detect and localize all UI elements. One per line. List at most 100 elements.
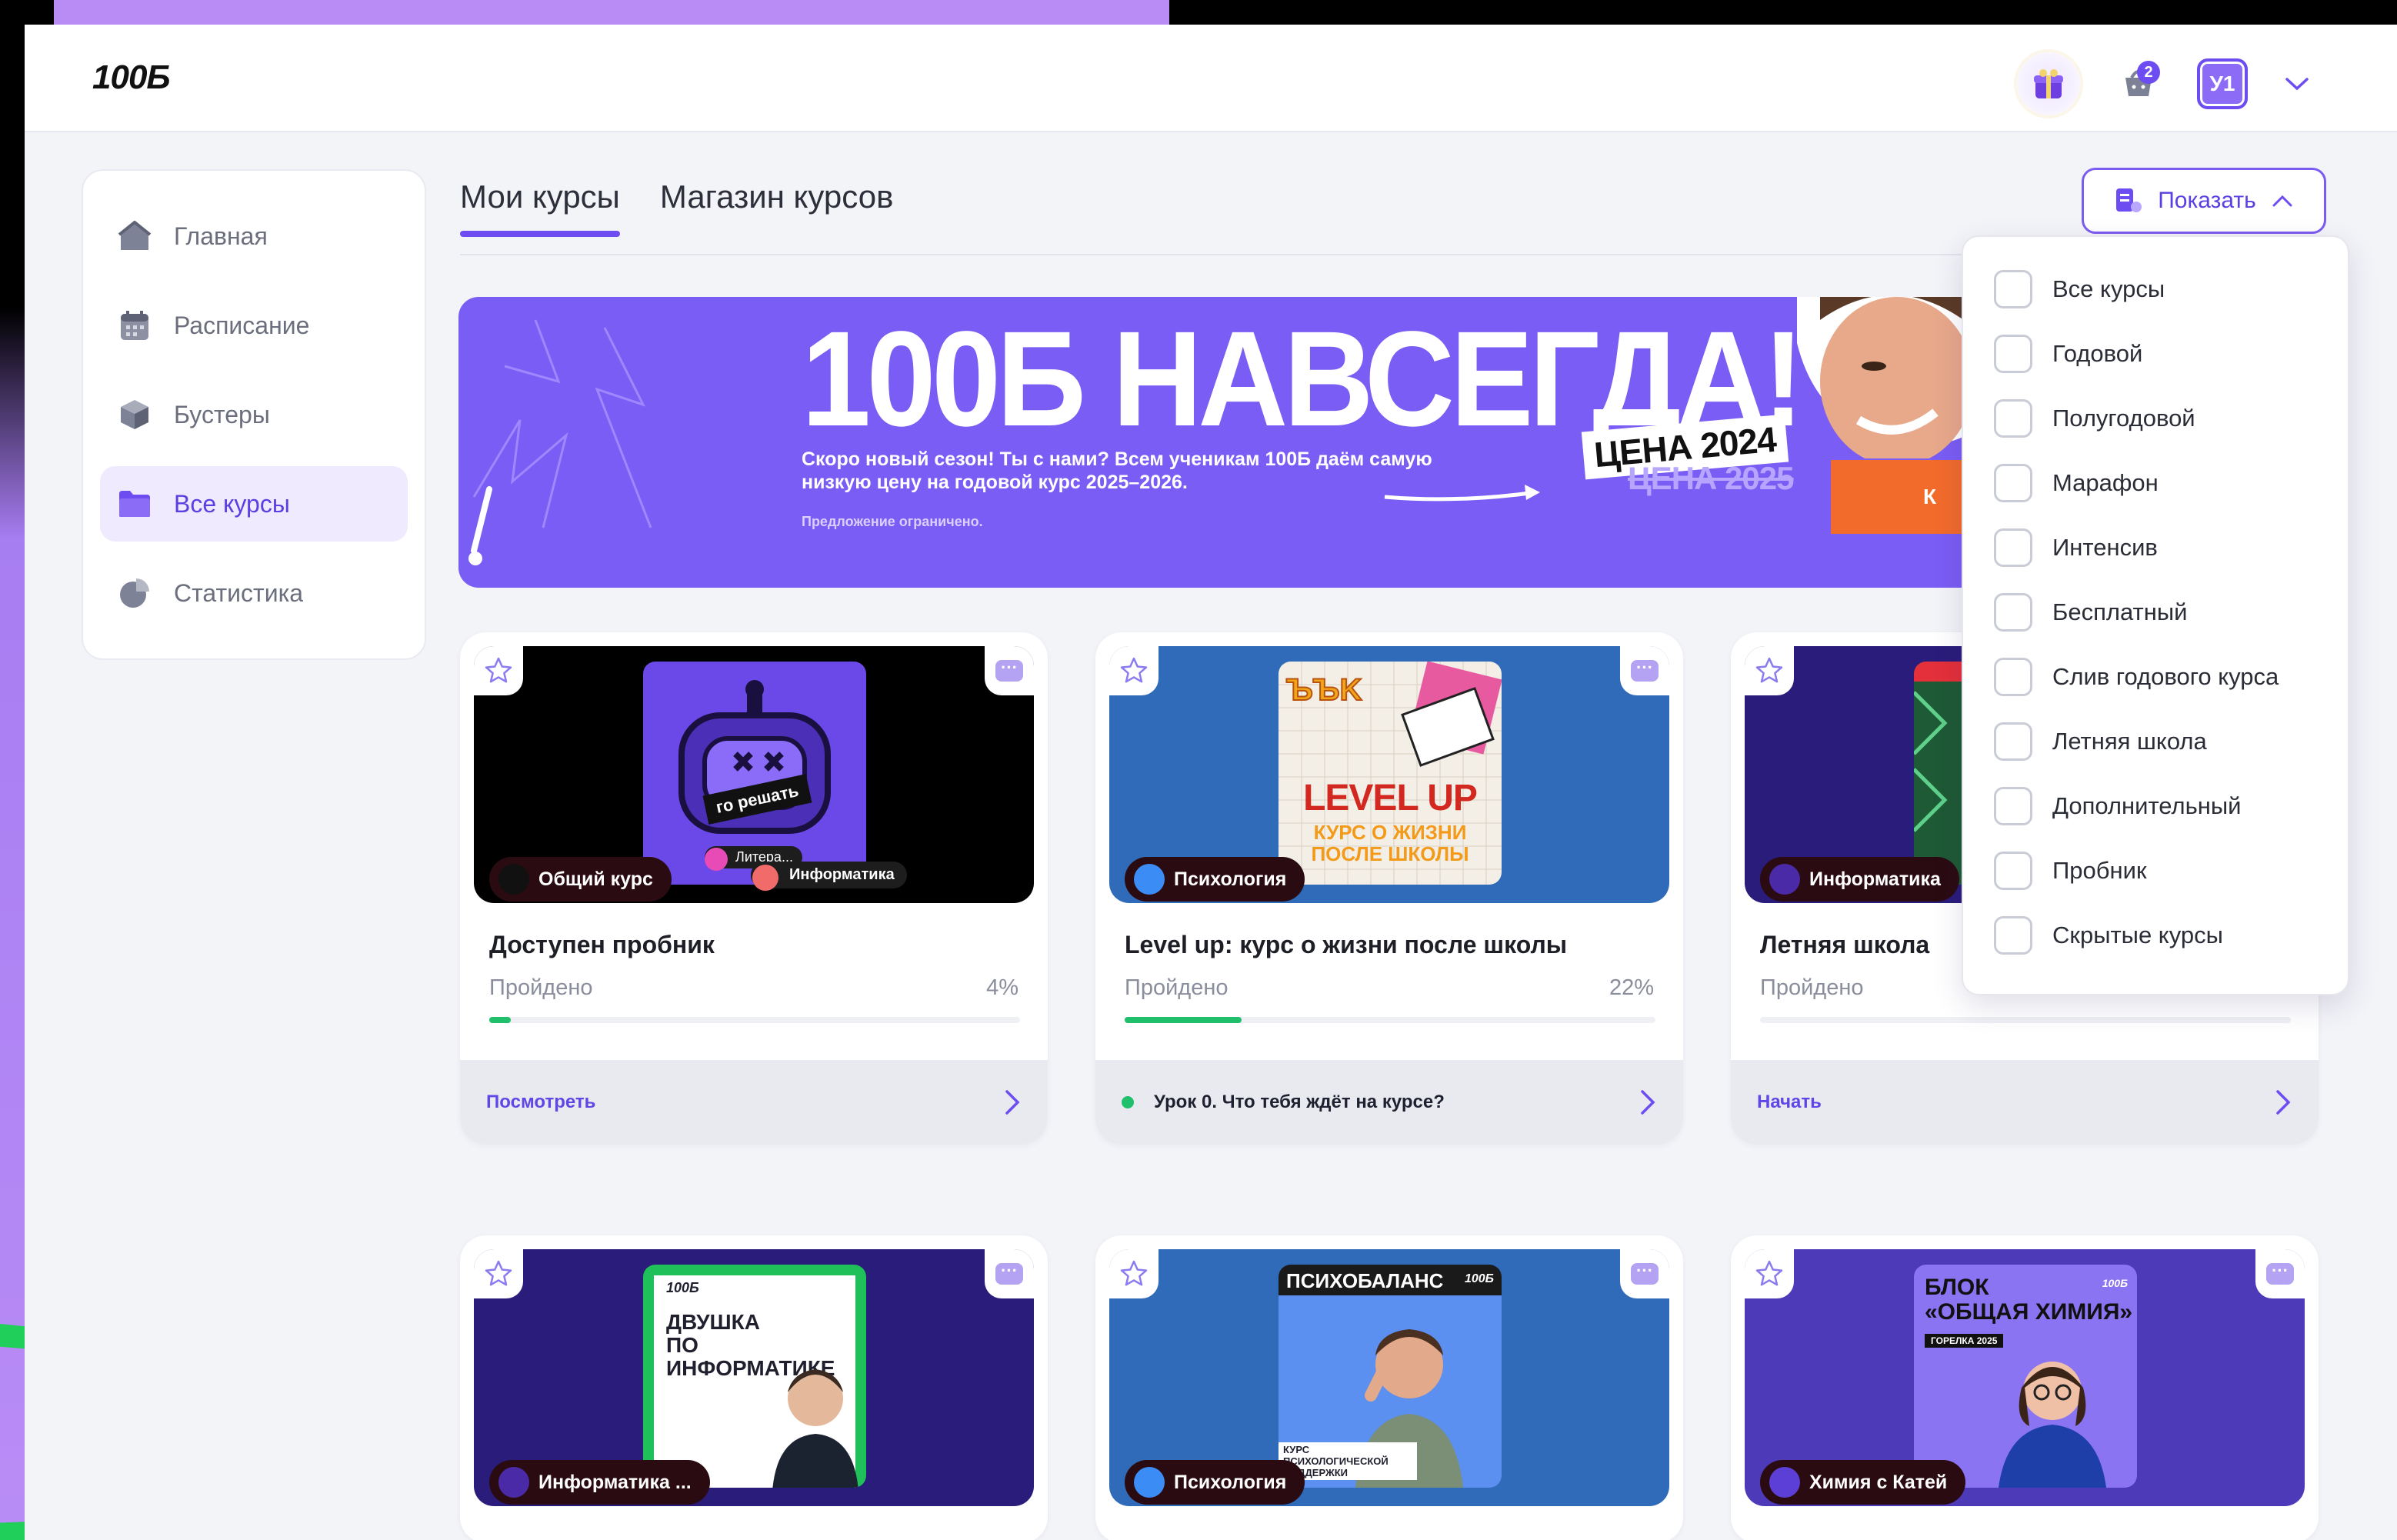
filter-option-label: Пробник (2052, 857, 2147, 884)
course-card[interactable]: ··· ПСИХОБАЛАНС 100Б КУРС ПСИХОЛОГИЧЕСКО… (1095, 1235, 1683, 1540)
filter-option-half-year[interactable]: Полугодовой (1994, 386, 2348, 451)
progress-value: 22% (1609, 975, 1654, 1000)
course-image: ··· ПСИХОБАЛАНС 100Б КУРС ПСИХОЛОГИЧЕСКО… (1109, 1249, 1669, 1506)
favorite-button[interactable] (1745, 646, 1794, 695)
checkbox[interactable] (1994, 270, 2032, 308)
checkbox[interactable] (1994, 528, 2032, 567)
filter-option-intensive[interactable]: Интенсив (1994, 515, 2348, 580)
course-cover: 100Б ДВУШКА ПО ИНФОРМАТИКЕ (643, 1265, 866, 1488)
cover-text: ДВУШКА (666, 1310, 760, 1334)
filter-option-yearly-leak[interactable]: Слив годового курса (1994, 645, 2348, 709)
calendar-icon (117, 308, 152, 343)
checkbox[interactable] (1994, 852, 2032, 890)
profile-menu-toggle[interactable] (2282, 68, 2312, 99)
tab-course-store[interactable]: Магазин курсов (660, 178, 894, 237)
progress-value: 4% (986, 975, 1018, 1000)
chevron-right-icon[interactable] (2274, 1088, 2292, 1116)
sidebar-item-label: Все курсы (174, 489, 290, 518)
app-window: 100Б 2 У1 Главная Расписание Бустеры Все… (25, 25, 2397, 1540)
chevron-right-icon[interactable] (1639, 1088, 1657, 1116)
filter-option-additional[interactable]: Дополнительный (1994, 774, 2348, 838)
gift-button[interactable] (2017, 52, 2080, 115)
favorite-button[interactable] (1109, 646, 1158, 695)
checkbox[interactable] (1994, 658, 2032, 696)
next-lesson-link[interactable]: Урок 0. Что тебя ждёт на курсе? (1122, 1092, 1445, 1113)
sidebar-item-home[interactable]: Главная (100, 198, 408, 274)
arrow-right-icon (1384, 485, 1540, 502)
subject-dot (1769, 1467, 1800, 1498)
filter-option-free[interactable]: Бесплатный (1994, 580, 2348, 645)
checkbox[interactable] (1994, 593, 2032, 632)
star-icon (485, 657, 512, 683)
filter-option-all[interactable]: Все курсы (1994, 257, 2348, 322)
show-filter-button[interactable]: Показать (2082, 168, 2326, 234)
filter-option-marathon[interactable]: Марафон (1994, 451, 2348, 515)
filter-option-trial[interactable]: Пробник (1994, 838, 2348, 903)
filter-option-label: Марафон (2052, 469, 2159, 496)
filter-option-label: Все курсы (2052, 275, 2165, 302)
cover-card: 100Б ДВУШКА ПО ИНФОРМАТИКЕ (654, 1275, 858, 1488)
top-bar: 100Б 2 У1 (25, 25, 2397, 132)
checkbox[interactable] (1994, 916, 2032, 955)
cover-text: 100Б (2102, 1277, 2128, 1289)
sidebar-item-boosters[interactable]: Бустеры (100, 377, 408, 452)
sidebar-item-schedule[interactable]: Расписание (100, 288, 408, 363)
sidebar-item-label: Расписание (174, 311, 310, 339)
cover-text: «ОБЩАЯ ХИМИЯ» (1925, 1299, 2133, 1325)
cover-dot (752, 865, 778, 891)
checkbox[interactable] (1994, 335, 2032, 373)
checkbox[interactable] (1994, 464, 2032, 502)
cover-text: LEVEL UP (1303, 778, 1478, 818)
course-action-link[interactable]: Начать (1757, 1092, 1822, 1113)
favorite-button[interactable] (474, 646, 523, 695)
favorite-button[interactable] (1109, 1249, 1158, 1298)
favorite-button[interactable] (1745, 1249, 1794, 1298)
filter-list-icon (2116, 188, 2142, 212)
more-options-button[interactable]: ··· (1620, 646, 1669, 695)
subject-label: Информатика ... (538, 1471, 692, 1493)
course-action-link[interactable]: Посмотреть (486, 1092, 595, 1113)
checkbox[interactable] (1994, 787, 2032, 825)
avatar[interactable]: У1 (2197, 58, 2248, 109)
course-footer[interactable]: Посмотреть (460, 1060, 1048, 1145)
more-options-button[interactable]: ··· (985, 646, 1034, 695)
chevron-right-icon[interactable] (1003, 1088, 1022, 1116)
course-card[interactable]: ··· БЛОК «ОБЩАЯ ХИМИЯ» 100Б ГОРЕЛКА 2025… (1731, 1235, 2319, 1540)
course-card[interactable]: ··· ЪЪK LEVEL UP КУРС О ЖИЗНИ ПОСЛЕ ШКОЛ… (1095, 632, 1683, 1145)
course-footer[interactable]: Начать (1731, 1060, 2319, 1145)
subject-label: Общий курс (538, 868, 653, 890)
checkbox[interactable] (1994, 399, 2032, 438)
star-icon (1120, 657, 1148, 683)
folder-icon (117, 486, 152, 522)
tab-my-courses[interactable]: Мои курсы (460, 178, 620, 237)
progress-label: Пройдено (489, 975, 593, 1000)
cart-button[interactable]: 2 (2114, 59, 2163, 108)
more-options-button[interactable]: ··· (985, 1249, 1034, 1298)
cover-text: 100Б (666, 1280, 699, 1295)
banner-text: Скоро новый сезон! Ты с нами? Всем учени… (802, 448, 1432, 493)
progress-bar (1760, 1017, 2291, 1023)
star-icon (1120, 1260, 1148, 1286)
chevron-up-icon (2272, 195, 2292, 207)
course-image: ··· ЪЪK LEVEL UP КУРС О ЖИЗНИ ПОСЛЕ ШКОЛ… (1109, 646, 1669, 903)
filter-option-hidden[interactable]: Скрытые курсы (1994, 903, 2348, 968)
course-title: Доступен пробник (489, 931, 715, 958)
more-options-button[interactable]: ··· (2255, 1249, 2305, 1298)
subject-label: Информатика (1809, 868, 1941, 890)
favorite-button[interactable] (474, 1249, 523, 1298)
home-icon (117, 218, 152, 254)
progress-bar (1125, 1017, 1655, 1023)
checkbox[interactable] (1994, 722, 2032, 761)
sidebar-item-statistics[interactable]: Статистика (100, 555, 408, 631)
filter-option-yearly[interactable]: Годовой (1994, 322, 2348, 386)
filter-option-summer-school[interactable]: Летняя школа (1994, 709, 2348, 774)
course-image: ··· го решать Литера... Информатика Общи… (474, 646, 1034, 903)
course-footer[interactable]: Урок 0. Что тебя ждёт на курсе? (1095, 1060, 1683, 1145)
sidebar-item-all-courses[interactable]: Все курсы (100, 466, 408, 542)
logo[interactable]: 100Б (92, 58, 171, 97)
price-old-label: ЦЕНА 2025 (1628, 460, 1794, 496)
course-card[interactable]: ··· го решать Литера... Информатика Общи… (460, 632, 1048, 1145)
more-icon: ··· (995, 1262, 1023, 1285)
course-card[interactable]: ··· 100Б ДВУШКА ПО ИНФОРМАТИКЕ Информати… (460, 1235, 1048, 1540)
more-options-button[interactable]: ··· (1620, 1249, 1669, 1298)
